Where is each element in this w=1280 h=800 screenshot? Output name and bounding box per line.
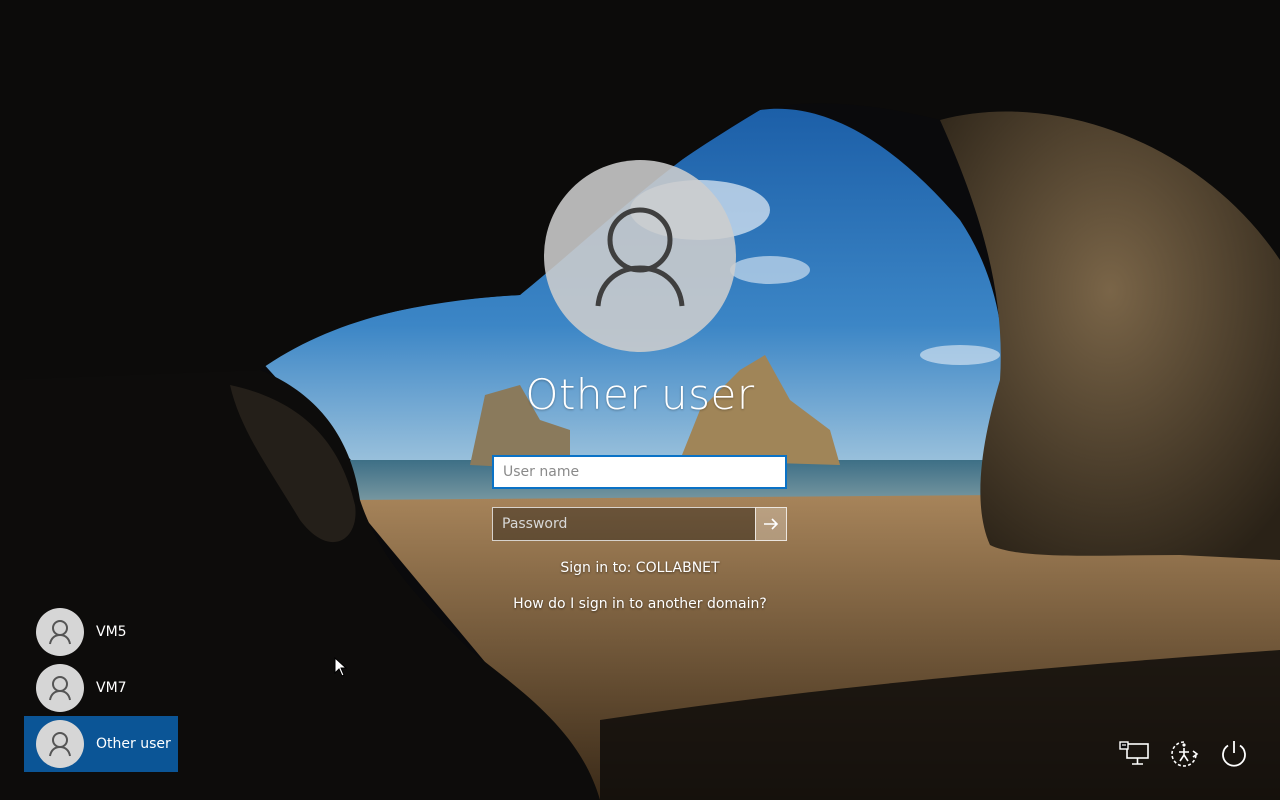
network-button[interactable] [1116, 736, 1152, 772]
avatar [36, 608, 84, 656]
mouse-cursor-icon [334, 657, 348, 677]
user-icon [49, 732, 71, 757]
sign-in-domain-label: Sign in to: COLLABNET [560, 560, 720, 576]
user-tile-label: VM5 [96, 624, 127, 640]
user-icon [49, 676, 71, 701]
page-title: Other user [525, 370, 755, 419]
system-tray [1116, 736, 1252, 772]
user-tile-vm5[interactable]: VM5 [24, 604, 178, 660]
submit-button[interactable] [755, 507, 787, 541]
power-button[interactable] [1216, 736, 1252, 772]
username-input[interactable] [492, 455, 787, 489]
user-tile-vm7[interactable]: VM7 [24, 660, 178, 716]
ease-of-access-icon [1171, 741, 1199, 767]
arrow-right-icon [764, 518, 779, 530]
user-tile-label: VM7 [96, 680, 127, 696]
other-domain-link[interactable]: How do I sign in to another domain? [513, 596, 767, 612]
user-icon [49, 620, 71, 645]
user-tile-other-user[interactable]: Other user [24, 716, 178, 772]
ease-of-access-button[interactable] [1166, 736, 1202, 772]
network-icon [1119, 741, 1149, 765]
user-avatar [544, 160, 736, 352]
password-input[interactable] [492, 507, 755, 541]
user-icon [595, 207, 685, 307]
avatar [36, 720, 84, 768]
user-list: VM5 VM7 Other user [24, 604, 178, 772]
power-icon [1222, 741, 1246, 767]
avatar [36, 664, 84, 712]
user-tile-label: Other user [96, 736, 171, 752]
